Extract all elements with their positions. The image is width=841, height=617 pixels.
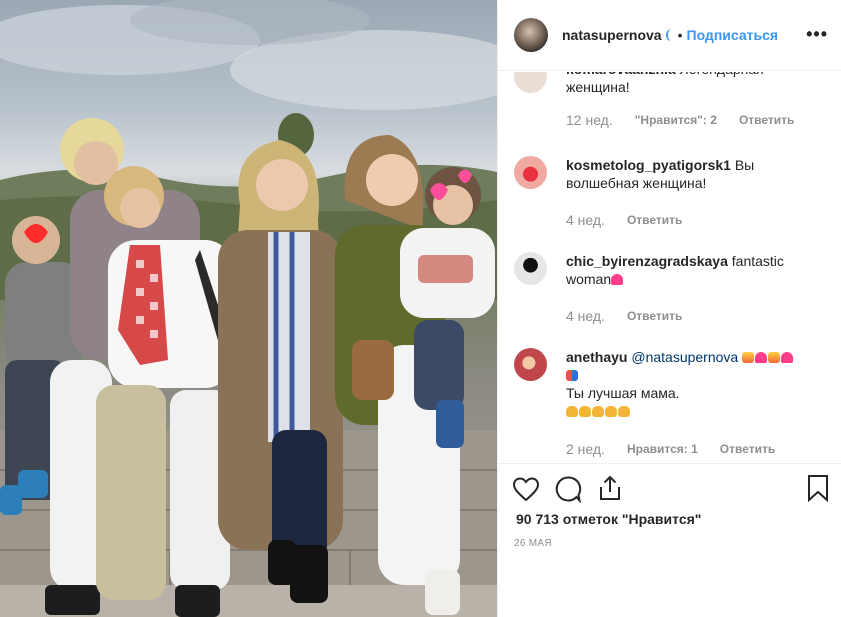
thumbs-up-emoji-icon: [579, 406, 591, 417]
more-options-icon[interactable]: •••: [806, 24, 828, 45]
comment-text-block: komarovaanzhla Легендарная женщина!: [566, 72, 821, 96]
commenter-avatar[interactable]: [514, 252, 547, 285]
thumbs-up-emoji-icon: [566, 406, 578, 417]
people-emoji-icon: [742, 352, 755, 363]
bookmark-icon[interactable]: [806, 474, 830, 502]
commenter-avatar[interactable]: [514, 72, 547, 93]
commenter-avatar[interactable]: [514, 348, 547, 381]
comment-age[interactable]: 2 нед.: [566, 441, 605, 457]
likes-count[interactable]: 90 713 отметок "Нравится": [516, 511, 701, 527]
comment-likes[interactable]: "Нравится": 2: [635, 113, 717, 127]
comment-age[interactable]: 4 нед.: [566, 212, 605, 228]
heart-emoji-icon: [611, 274, 624, 285]
post-actions: 90 713 отметок "Нравится" 26 МАЯ: [498, 463, 841, 617]
post-header: natasupernova • Подписаться •••: [498, 0, 841, 71]
author-avatar[interactable]: [514, 18, 548, 52]
family-emoji-icon: [566, 370, 578, 381]
commenter-username[interactable]: anethayu: [566, 349, 627, 365]
comment-text-block: chic_byirenzagradskaya fantastic woman: [566, 252, 821, 288]
commenter-username[interactable]: kosmetolog_pyatigorsk1: [566, 157, 731, 173]
comment-age[interactable]: 4 нед.: [566, 308, 605, 324]
comments-list[interactable]: komarovaanzhla Легендарная женщина! 12 н…: [498, 72, 841, 462]
comment-text: Ты лучшая мама.: [566, 385, 680, 401]
comment-meta: 12 нед. "Нравится": 2 Ответить: [566, 112, 794, 128]
heart-emoji-icon: [755, 352, 768, 363]
comment-text-block: kosmetolog_pyatigorsk1 Вы волшебная женщ…: [566, 156, 821, 192]
comment-age[interactable]: 12 нед.: [566, 112, 613, 128]
heart-emoji-icon: [781, 352, 794, 363]
comment-meta: 4 нед. Ответить: [566, 212, 682, 228]
reply-button[interactable]: Ответить: [627, 213, 682, 227]
post-sidebar: natasupernova • Подписаться ••• komarova…: [497, 0, 841, 617]
commenter-username[interactable]: chic_byirenzagradskaya: [566, 253, 728, 269]
heart-icon[interactable]: [512, 476, 540, 502]
thumbs-up-emoji-icon: [592, 406, 604, 417]
comment-meta: 2 нед. Нравится: 1 Ответить: [566, 441, 775, 457]
comment-meta: 4 нед. Ответить: [566, 308, 682, 324]
photo-illustration: [0, 0, 497, 617]
comment-likes[interactable]: Нравится: 1: [627, 442, 698, 456]
header-separator: •: [677, 27, 683, 43]
reply-button[interactable]: Ответить: [720, 442, 775, 456]
reply-button[interactable]: Ответить: [627, 309, 682, 323]
post-photo: [0, 0, 497, 617]
people-emoji-icon: [768, 352, 781, 363]
thumbs-up-emoji-icon: [618, 406, 630, 417]
comment-text-block: anethayu @natasupernova Ты лучшая мама.: [566, 348, 821, 420]
comment-mention[interactable]: @natasupernova: [631, 349, 738, 365]
post-date[interactable]: 26 МАЯ: [514, 538, 552, 549]
commenter-username[interactable]: komarovaanzhla: [566, 72, 676, 77]
thumbs-up-emoji-icon: [605, 406, 617, 417]
verified-badge-icon: [665, 29, 676, 41]
reply-button[interactable]: Ответить: [739, 113, 794, 127]
comment-icon[interactable]: [554, 475, 582, 503]
follow-button[interactable]: Подписаться: [687, 27, 779, 43]
author-username[interactable]: natasupernova: [562, 27, 662, 43]
commenter-avatar[interactable]: [514, 156, 547, 189]
share-icon[interactable]: [596, 474, 624, 502]
